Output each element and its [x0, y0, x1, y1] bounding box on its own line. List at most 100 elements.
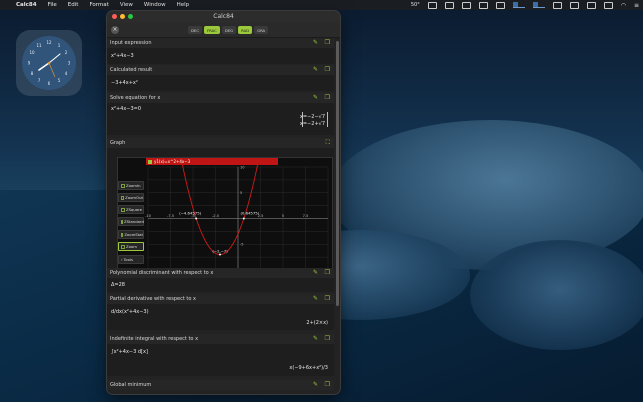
expand-icon[interactable]: ⛶ [326, 139, 330, 147]
y-tick-label: 5 [240, 191, 242, 195]
x-tick-label: 7.5 [303, 214, 309, 218]
clock-icon: 1212 345 678 91011 [28, 40, 71, 86]
indefinite-integral-section: Indefinite integral with respect to x ✎ … [107, 334, 334, 376]
copy-icon[interactable]: ❐ [325, 269, 330, 276]
pencil-icon[interactable]: ✎ [313, 94, 318, 101]
section-title: Polynomial discriminant with respect to … [110, 270, 214, 276]
equation-expression: x²+4x−3=0 [111, 106, 142, 112]
menu-format[interactable]: Format [89, 2, 108, 8]
wifi-icon[interactable]: ◠ [621, 2, 626, 9]
svg-text:12: 12 [46, 40, 52, 45]
section-title: Global minimum [110, 382, 152, 388]
status-icon[interactable] [461, 1, 471, 9]
calculated-expression: −3+4x+x² [111, 80, 138, 86]
copy-icon[interactable]: ❐ [325, 66, 330, 73]
control-center-icon[interactable]: ≡ [634, 2, 639, 9]
pencil-icon[interactable]: ✎ [313, 295, 318, 302]
pencil-icon[interactable]: ✎ [313, 381, 318, 388]
menu-app-name[interactable]: Calc84 [16, 2, 37, 8]
pencil-icon[interactable]: ✎ [313, 335, 318, 342]
window-title: Calc84 [213, 13, 234, 20]
pencil-icon[interactable]: ✎ [313, 39, 318, 46]
status-icon[interactable] [586, 1, 596, 9]
scrollbar[interactable] [336, 41, 339, 306]
y-tick-label: 10 [240, 165, 245, 169]
zoom-out-button[interactable]: ZoomOut [118, 193, 144, 202]
zsquare-icon [121, 207, 125, 212]
status-icon[interactable] [427, 1, 437, 9]
integral-expression: ∫x²+4x−3 d[x] [111, 349, 148, 355]
x-tick-label: -2.5 [212, 214, 219, 218]
cpu-graph-icon[interactable] [532, 2, 545, 8]
zstandard-button[interactable]: ZStandard [118, 217, 144, 226]
solution-2: x=−2+√7 [299, 121, 325, 127]
point-marker [195, 217, 198, 220]
menu-file[interactable]: File [48, 2, 57, 8]
integral-result: x(−9+6x+x²)/3 [289, 365, 328, 371]
zoom-icon [121, 244, 125, 249]
zoom-out-icon [121, 195, 125, 200]
status-icon[interactable] [495, 1, 505, 9]
derivative-expression: d/dx(x²+4x−3) [111, 309, 149, 315]
discriminant-value: Δ=28 [111, 282, 125, 288]
zoom-button[interactable]: Zoom [118, 242, 144, 251]
menu-edit[interactable]: Edit [68, 2, 79, 8]
menu-window[interactable]: Window [144, 2, 166, 8]
pencil-icon[interactable]: ✎ [313, 66, 318, 73]
status-icon[interactable] [444, 1, 454, 9]
svg-text:2: 2 [65, 50, 68, 55]
svg-text:3: 3 [68, 61, 71, 66]
tools-button[interactable]: › Tools [118, 255, 144, 264]
point-label: (0.64575) [240, 211, 259, 216]
global-minimum-section: Global minimum ✎ ❐ [107, 380, 334, 390]
mode-gra-button[interactable]: GRA [254, 26, 269, 34]
derivative-result: 2+(2×x) [306, 320, 328, 326]
status-icon[interactable] [603, 1, 613, 9]
calculated-result-section: Calculated result ✎ ❐ −3+4x+x² [107, 65, 334, 91]
toolbar: × DEC FRAC DEG RAD GRA [107, 23, 340, 38]
copy-icon[interactable]: ❐ [325, 39, 330, 46]
legend-checkbox-icon[interactable] [148, 159, 152, 164]
title-bar[interactable]: Calc84 [107, 11, 340, 23]
mode-switcher: DEC FRAC DEG RAD GRA [188, 26, 269, 34]
network-graph-icon[interactable] [512, 2, 525, 8]
wallpaper-cliff [470, 240, 643, 350]
section-title: Graph [110, 140, 126, 146]
zoom-in-button[interactable]: ZoomIn [118, 181, 144, 190]
point-label: (−4.64575) [179, 211, 201, 216]
svg-text:8: 8 [31, 71, 34, 76]
legend-label: y1(x)=x^2+4x−3 [154, 158, 191, 164]
clock-widget[interactable]: 12 1 2 345 678 9 10 11 [16, 30, 82, 96]
copy-icon[interactable]: ❐ [325, 94, 330, 101]
point-marker [242, 217, 245, 220]
section-title: Calculated result [110, 67, 153, 73]
status-icon[interactable] [478, 1, 488, 9]
x-tick-label: -10 [145, 214, 152, 218]
close-icon[interactable]: × [111, 26, 119, 34]
mode-deg-button[interactable]: DEG [221, 26, 237, 34]
copy-icon[interactable]: ❐ [325, 295, 330, 302]
x-tick-label: 5 [282, 214, 284, 218]
menu-view[interactable]: View [120, 2, 133, 8]
mode-dec-button[interactable]: DEC [188, 26, 202, 34]
graph-legend[interactable]: y1(x)=x^2+4x−3 [146, 158, 278, 165]
weather-temperature[interactable]: 50° [411, 2, 420, 8]
graph-plot[interactable]: -10-7.5-5-2.52.557.5-10-5510(−4.64575)(0… [118, 157, 332, 273]
solution-1: x=−2−√7 [299, 114, 325, 120]
pencil-icon[interactable]: ✎ [313, 269, 318, 276]
zoomstat-button[interactable]: ZoomStat [118, 230, 144, 239]
status-icon[interactable] [569, 1, 579, 9]
clock-face: 12 1 2 345 678 9 10 11 [22, 36, 76, 90]
menu-help[interactable]: Help [177, 2, 190, 8]
mode-frac-button[interactable]: FRAC [203, 26, 220, 34]
chevron-right-icon: › [121, 257, 123, 262]
section-title: Indefinite integral with respect to x [110, 336, 199, 342]
zoomstat-icon [121, 232, 124, 237]
graph-canvas[interactable]: -10-7.5-5-2.52.557.5-10-5510(−4.64575)(0… [117, 157, 333, 274]
copy-icon[interactable]: ❐ [325, 381, 330, 388]
zsquare-button[interactable]: ZSquare [118, 205, 144, 214]
copy-icon[interactable]: ❐ [325, 335, 330, 342]
input-expression-section: Input expression ✎ ❐ x²+4x−3 [107, 38, 334, 64]
status-icon[interactable] [552, 1, 562, 9]
mode-rad-button[interactable]: RAD [238, 26, 253, 34]
